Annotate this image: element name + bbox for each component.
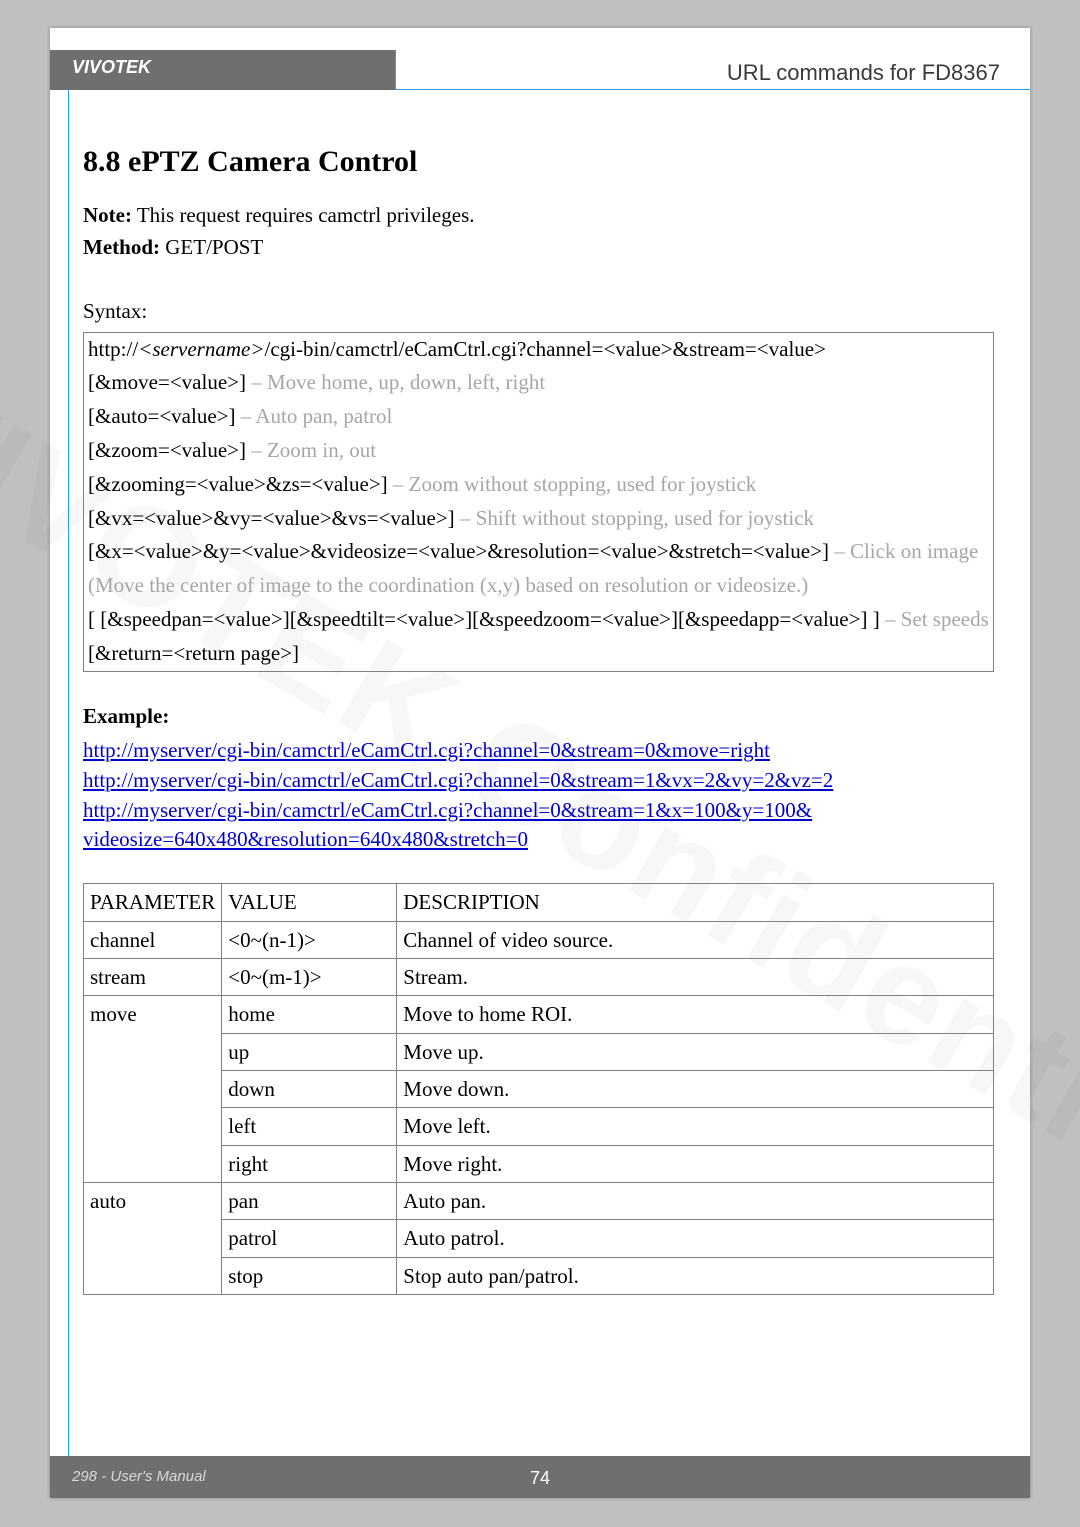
example-link-1[interactable]: http://myserver/cgi-bin/camctrl/eCamCtrl… [83,738,770,762]
example-link-3b[interactable]: videosize=640x480&resolution=640x480&str… [83,827,528,851]
cell-desc: Move down. [397,1070,994,1107]
syntax-line-8: (Move the center of image to the coordin… [84,569,993,603]
table-row: channel <0~(n-1)> Channel of video sourc… [84,921,994,958]
syntax-comment: – Click on image [829,539,978,563]
method-label: Method: [83,235,160,259]
syntax-text: /cgi-bin/camctrl/eCamCtrl.cgi?channel=<v… [265,337,826,361]
syntax-comment: – Move home, up, down, left, right [246,370,545,394]
cell-desc: Channel of video source. [397,921,994,958]
cell-desc: Auto pan. [397,1183,994,1220]
syntax-text: [&x=<value>&y=<value>&videosize=<value>&… [88,539,829,563]
syntax-text: [&vx=<value>&vy=<value>&vs=<value>] [88,506,455,530]
table-row: stream <0~(m-1)> Stream. [84,958,994,995]
cell-value: left [222,1108,397,1145]
syntax-text: [&move=<value>] [88,370,246,394]
cell-value: pan [222,1183,397,1220]
syntax-text: [&zoom=<value>] [88,438,246,462]
cell-value: <0~(n-1)> [222,921,397,958]
cell-param: move [84,996,222,1183]
cell-desc: Stop auto pan/patrol. [397,1257,994,1294]
cell-desc: Stream. [397,958,994,995]
content-frame: VIVOTEK Confidential 8.8 ePTZ Camera Con… [68,90,1030,1456]
syntax-line-1: http://<servername>/cgi-bin/camctrl/eCam… [84,333,993,367]
brand-label: VIVOTEK [50,50,395,90]
cell-desc: Auto patrol. [397,1220,994,1257]
footer-bar: 298 - User's Manual 74 [50,1456,1030,1498]
syntax-line-2: [&move=<value>] – Move home, up, down, l… [84,366,993,400]
syntax-comment: – Shift without stopping, used for joyst… [455,506,814,530]
cell-value: down [222,1070,397,1107]
syntax-text: [&zooming=<value>&zs=<value>] [88,472,388,496]
syntax-line-3: [&auto=<value>] – Auto pan, patrol [84,400,993,434]
syntax-servername: <servername> [138,337,264,361]
example-link-3a[interactable]: http://myserver/cgi-bin/camctrl/eCamCtrl… [83,798,812,822]
table-row: auto pan Auto pan. [84,1183,994,1220]
header-parameter: PARAMETER [84,884,222,921]
example-links: http://myserver/cgi-bin/camctrl/eCamCtrl… [83,736,994,855]
syntax-label: Syntax: [83,297,994,325]
syntax-comment: – Zoom in, out [246,438,376,462]
table-header-row: PARAMETER VALUE DESCRIPTION [84,884,994,921]
note-label: Note: [83,203,132,227]
example-link-2[interactable]: http://myserver/cgi-bin/camctrl/eCamCtrl… [83,768,833,792]
content-area: 8.8 ePTZ Camera Control Note: This reque… [83,142,994,1295]
cell-param: auto [84,1183,222,1295]
syntax-box: http://<servername>/cgi-bin/camctrl/eCam… [83,332,994,672]
syntax-comment: – Set speeds [880,607,989,631]
syntax-line-7: [&x=<value>&y=<value>&videosize=<value>&… [84,535,993,569]
syntax-line-4: [&zoom=<value>] – Zoom in, out [84,434,993,468]
cell-value: up [222,1033,397,1070]
cell-param: channel [84,921,222,958]
method-value: GET/POST [160,235,263,259]
footer-page-number: 74 [50,1468,1030,1489]
syntax-line-5: [&zooming=<value>&zs=<value>] – Zoom wit… [84,468,993,502]
note-text: This request requires camctrl privileges… [132,203,475,227]
table-row: move home Move to home ROI. [84,996,994,1033]
header-description: DESCRIPTION [397,884,994,921]
page-title: URL commands for FD8367 [395,50,1030,90]
syntax-text: http:// [88,337,138,361]
syntax-text: [ [&speedpan=<value>][&speedtilt=<value>… [88,607,880,631]
header-bar: VIVOTEK URL commands for FD8367 [50,50,1030,90]
cell-desc: Move to home ROI. [397,996,994,1033]
cell-value: stop [222,1257,397,1294]
cell-desc: Move up. [397,1033,994,1070]
syntax-text: [&auto=<value>] [88,404,235,428]
document-page: VIVOTEK URL commands for FD8367 VIVOTEK … [50,28,1030,1498]
syntax-comment: – Zoom without stopping, used for joysti… [388,472,757,496]
cell-value: patrol [222,1220,397,1257]
method-line: Method: GET/POST [83,233,994,261]
syntax-line-9: [ [&speedpan=<value>][&speedtilt=<value>… [84,603,993,637]
cell-value: home [222,996,397,1033]
cell-value: <0~(m-1)> [222,958,397,995]
cell-value: right [222,1145,397,1182]
cell-desc: Move left. [397,1108,994,1145]
syntax-comment: – Auto pan, patrol [235,404,392,428]
header-value: VALUE [222,884,397,921]
parameter-table: PARAMETER VALUE DESCRIPTION channel <0~(… [83,883,994,1295]
syntax-line-6: [&vx=<value>&vy=<value>&vs=<value>] – Sh… [84,502,993,536]
syntax-line-10: [&return=<return page>] [84,637,993,671]
section-heading: 8.8 ePTZ Camera Control [83,142,994,183]
cell-desc: Move right. [397,1145,994,1182]
example-label: Example: [83,702,994,730]
cell-param: stream [84,958,222,995]
note-line: Note: This request requires camctrl priv… [83,201,994,229]
